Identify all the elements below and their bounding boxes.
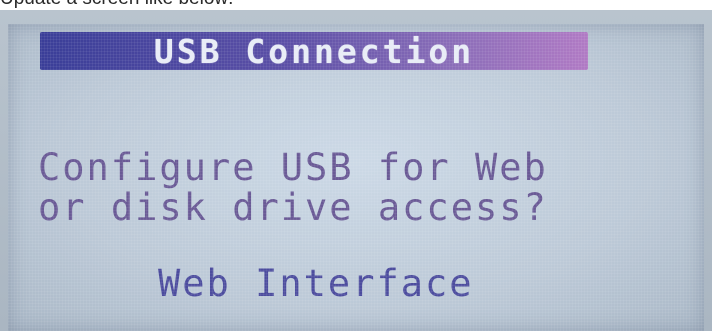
web-interface-option[interactable]: Web Interface [158,264,474,304]
device-bezel: USB Connection Configure USB for Web or … [0,10,712,331]
lcd-screen: USB Connection Configure USB for Web or … [8,24,704,331]
page: Upuate a screen like below: USB Connecti… [0,0,712,331]
caption-text: Upuate a screen like below: [0,0,233,10]
prompt-line-2: or disk drive access? [38,186,548,229]
prompt-line-1: Configure USB for Web [38,146,548,189]
screen-title-bar: USB Connection [40,31,588,71]
screen-title: USB Connection [153,31,475,71]
